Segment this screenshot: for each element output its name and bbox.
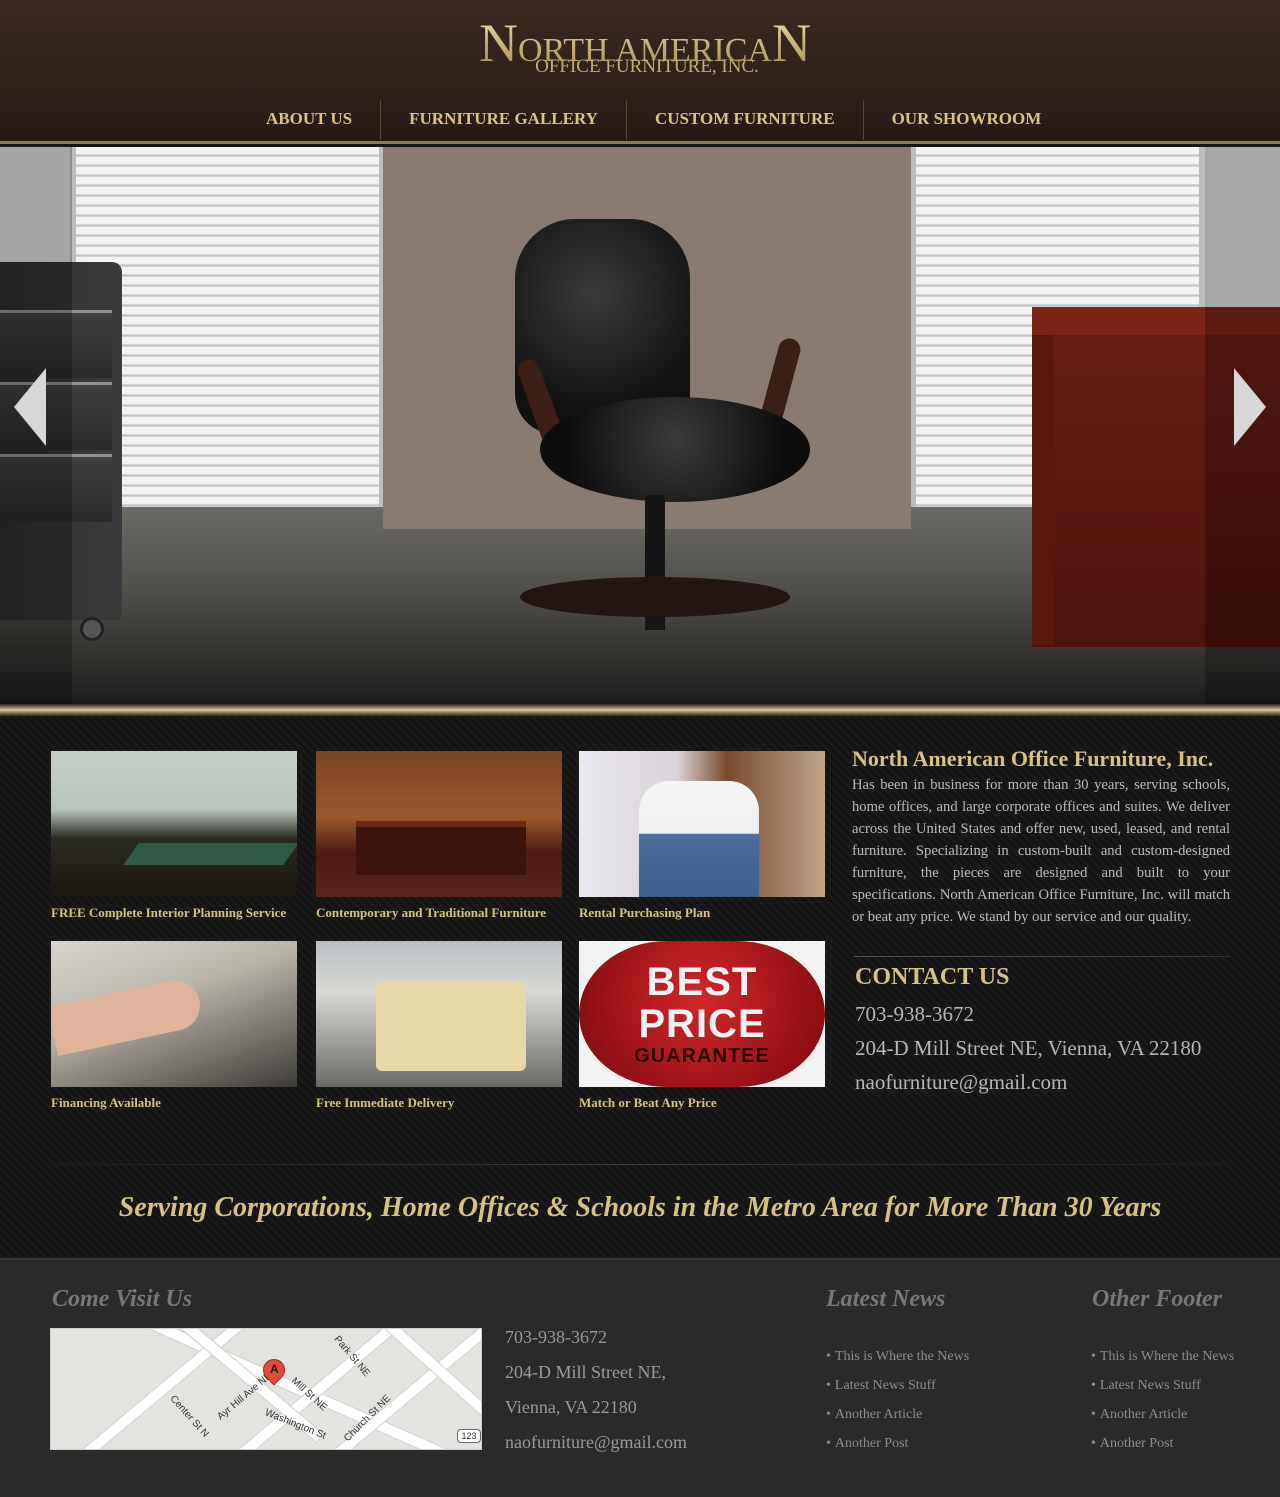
main-nav: ABOUT US FURNITURE GALLERY CUSTOM FURNIT… (238, 100, 1069, 140)
nav-about-us[interactable]: ABOUT US (238, 100, 380, 140)
news-link[interactable]: • Another Post (826, 1429, 969, 1458)
feature-caption[interactable]: Rental Purchasing Plan (579, 905, 825, 921)
footer-news-list: • This is Where the News • Latest News Stu… (826, 1342, 969, 1458)
about-text: Has been in business for more than 30 ye… (852, 777, 1230, 925)
tagline: Serving Corporations, Home Offices & Sch… (118, 1192, 1162, 1223)
nav-custom-furniture[interactable]: CUSTOM FURNITURE (625, 100, 863, 140)
feature-tile[interactable]: Rental Purchasing Plan (579, 751, 825, 921)
contact-address: 204-D Mill Street NE, Vienna, VA 22180 (855, 1036, 1202, 1060)
nav-our-showroom[interactable]: OUR SHOWROOM (862, 100, 1070, 140)
other-link[interactable]: • This is Where the News (1091, 1342, 1234, 1371)
feature-caption[interactable]: Financing Available (51, 1095, 297, 1111)
feature-tile[interactable]: BEST PRICE GUARANTEE Match or Beat Any P… (579, 941, 825, 1111)
news-link[interactable]: • Latest News Stuff (826, 1371, 969, 1400)
about-title: North American Office Furniture, Inc. (852, 746, 1214, 771)
feature-caption[interactable]: Contemporary and Traditional Furniture (316, 905, 562, 921)
contact-title: CONTACT US (855, 964, 1010, 990)
news-link[interactable]: • Another Article (826, 1400, 969, 1429)
footer-address: 703-938-3672 204-D Mill Street NE, Vienn… (505, 1320, 785, 1460)
contact-section: CONTACT US 703-938-3672 204-D Mill Stree… (855, 964, 1235, 1099)
movers-image (579, 751, 825, 897)
best-price-badge: BEST PRICE GUARANTEE (579, 941, 825, 1087)
news-link[interactable]: • This is Where the News (826, 1342, 969, 1371)
footer-other-list: • This is Where the News • Latest News Stu… (1091, 1342, 1234, 1458)
logo[interactable]: NORTH AMERICAN OFFICE FURNITURE, INC. (450, 18, 840, 80)
other-link[interactable]: • Another Article (1091, 1400, 1234, 1429)
divider (0, 704, 1280, 716)
traditional-office-image (316, 751, 562, 897)
feature-caption[interactable]: FREE Complete Interior Planning Service (51, 905, 297, 921)
footer-news-title: Latest News (826, 1286, 946, 1312)
best-price-image: BEST PRICE GUARANTEE (579, 941, 825, 1087)
nav-furniture-gallery[interactable]: FURNITURE GALLERY (380, 100, 626, 140)
feature-tile[interactable]: Financing Available (51, 941, 297, 1111)
cabinet-wheel (80, 617, 104, 641)
feature-caption[interactable]: Match or Beat Any Price (579, 1095, 825, 1111)
footer-visit-title: Come Visit Us (52, 1286, 193, 1312)
contact-email[interactable]: naofurniture@gmail.com (855, 1065, 1235, 1099)
logo-subtitle: OFFICE FURNITURE, INC. (535, 56, 759, 77)
conference-room-image (51, 751, 297, 897)
footer-other-title: Other Footer (1092, 1286, 1223, 1312)
feature-tile[interactable]: FREE Complete Interior Planning Service (51, 751, 297, 921)
route-shield: 123 (457, 1429, 481, 1443)
footer-email[interactable]: naofurniture@gmail.com (505, 1425, 785, 1460)
delivery-image (316, 941, 562, 1087)
site-footer: Come Visit Us Park St NE Ayr Hill Ave NE… (0, 1258, 1280, 1497)
other-link[interactable]: • Another Post (1091, 1429, 1234, 1458)
divider (854, 956, 1230, 957)
calculator-image (51, 941, 297, 1087)
footer-address-line2: Vienna, VA 22180 (505, 1397, 637, 1417)
site-header: NORTH AMERICAN OFFICE FURNITURE, INC. AB… (0, 0, 1280, 144)
about-section: North American Office Furniture, Inc. Ha… (852, 746, 1230, 928)
location-map[interactable]: Park St NE Ayr Hill Ave NE Mill St NE Ce… (50, 1328, 482, 1450)
feature-tile[interactable]: Contemporary and Traditional Furniture (316, 751, 562, 921)
slider-prev-icon[interactable] (14, 368, 46, 446)
feature-tile[interactable]: Free Immediate Delivery (316, 941, 562, 1111)
hero-slider (0, 147, 1280, 707)
other-link[interactable]: • Latest News Stuff (1091, 1371, 1234, 1400)
slider-next-icon[interactable] (1234, 368, 1266, 446)
footer-address-line1: 204-D Mill Street NE, (505, 1362, 666, 1382)
feature-caption[interactable]: Free Immediate Delivery (316, 1095, 562, 1111)
footer-phone[interactable]: 703-938-3672 (505, 1320, 785, 1355)
map-street-label: Center St N (167, 1393, 211, 1440)
divider (50, 1164, 1230, 1165)
contact-phone[interactable]: 703-938-3672 (855, 997, 1235, 1031)
